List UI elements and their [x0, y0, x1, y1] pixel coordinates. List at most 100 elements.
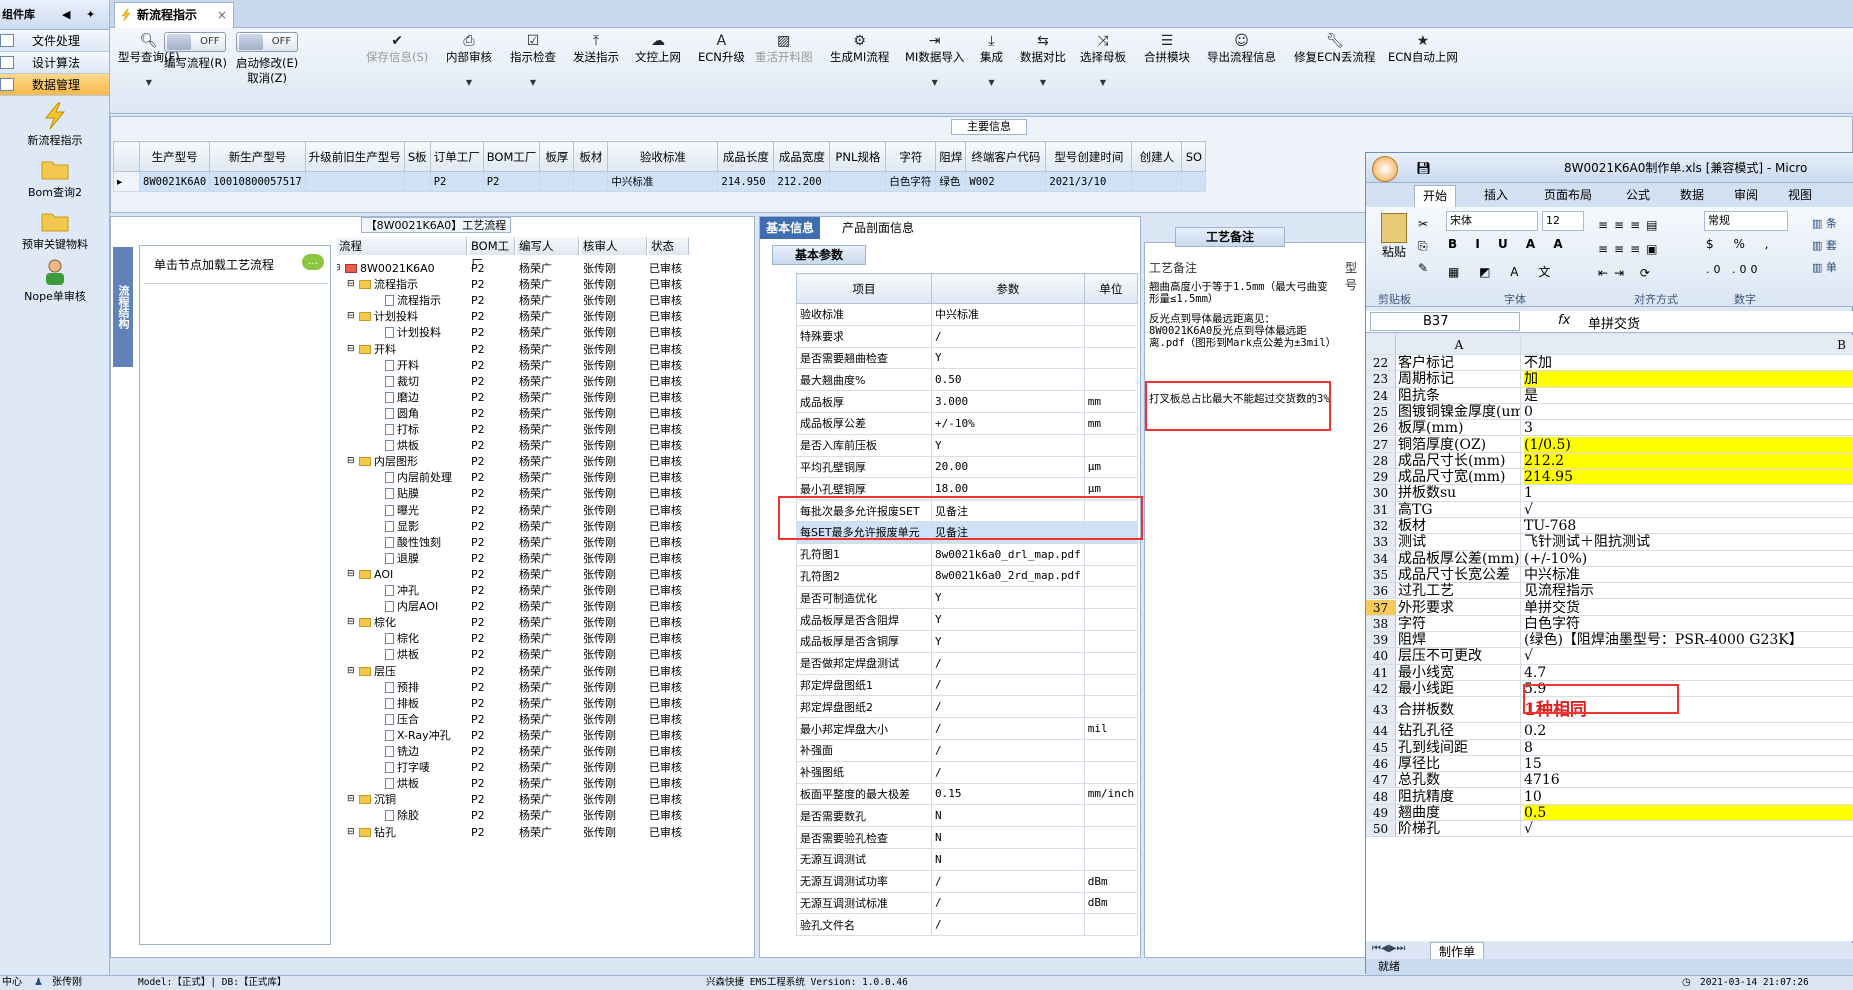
auto-modify-toggle[interactable]: OFF: [236, 32, 299, 52]
cell-a[interactable]: 高TG: [1398, 501, 1521, 517]
param-value[interactable]: N: [931, 847, 1085, 871]
column-header[interactable]: 状态: [649, 237, 689, 255]
sheet-row[interactable]: 41 最小线宽 4.7: [1366, 664, 1853, 681]
doc-control-online-button[interactable]: ☁ 文控上网: [635, 32, 681, 65]
cell-b[interactable]: 不加: [1524, 355, 1853, 370]
param-row[interactable]: 是否需要验孔检查 N: [796, 826, 1139, 849]
cell-a[interactable]: 总孔数: [1398, 772, 1521, 788]
cell-a[interactable]: 客户标记: [1398, 355, 1521, 371]
sheet-row[interactable]: 28 成品尺寸长(mm) 212.2: [1366, 452, 1853, 470]
redraw-cut-map-button[interactable]: ▨ 重活开料图: [755, 32, 813, 65]
param-value[interactable]: 0.50: [931, 368, 1085, 392]
internal-review-button[interactable]: ⎙ 内部审核 ▼: [446, 32, 492, 90]
row-number[interactable]: 23: [1366, 371, 1396, 387]
param-value[interactable]: 3.000: [931, 390, 1085, 413]
grid-cell[interactable]: W002: [965, 171, 1047, 192]
sheet-row[interactable]: 29 成品尺寸宽(mm) 214.95: [1366, 469, 1853, 486]
row-number[interactable]: 27: [1366, 436, 1396, 452]
sheet-row[interactable]: 31 高TG √: [1366, 501, 1853, 518]
merge-module-button[interactable]: ☰ 合拼模块: [1144, 32, 1190, 65]
row-number[interactable]: 38: [1366, 615, 1396, 632]
row-number[interactable]: 34: [1366, 550, 1396, 566]
nav-item-data-management[interactable]: 数据管理: [0, 74, 109, 96]
edit-flow-toggle[interactable]: OFF: [164, 32, 227, 52]
param-row[interactable]: 是否需要翘曲检查 Y: [796, 346, 1139, 370]
nav-item-design-algorithm[interactable]: 设计算法: [0, 52, 109, 74]
sheet-row[interactable]: 26 板厚(mm) 3: [1366, 420, 1853, 437]
cell-a[interactable]: 成品尺寸长宽公差: [1398, 566, 1521, 583]
column-header[interactable]: 验收标准: [607, 141, 719, 172]
sheet-row[interactable]: 45 孔到线间距 8: [1366, 739, 1853, 756]
sheet-row[interactable]: 49 翘曲度 0.5: [1366, 804, 1853, 822]
cell-b[interactable]: (1/0.5): [1524, 436, 1853, 452]
column-header[interactable]: 创建人: [1131, 141, 1183, 172]
param-value[interactable]: /: [931, 324, 1085, 348]
ribbon-tab-page-layout[interactable]: 页面布局: [1536, 185, 1600, 207]
row-number[interactable]: 24: [1366, 387, 1396, 403]
grid-cell[interactable]: P2: [482, 171, 541, 192]
cell-b[interactable]: 飞针测试＋阻抗测试: [1524, 534, 1853, 549]
param-row[interactable]: 验收标准 中兴标准: [796, 303, 1139, 326]
sheet-nav-icon[interactable]: ⏮◀▶⏭: [1372, 943, 1405, 954]
param-row[interactable]: 平均孔壁铜厚 20.00 μm: [796, 455, 1139, 479]
sheet-row[interactable]: 27 铜箔厚度(OZ) (1/0.5): [1366, 436, 1853, 453]
cell-a[interactable]: 成品板厚公差(mm): [1398, 550, 1521, 566]
column-header-a[interactable]: A: [1398, 335, 1521, 354]
ribbon-tab-view[interactable]: 视图: [1780, 185, 1820, 207]
param-row[interactable]: 补强面 /: [796, 738, 1139, 762]
row-number[interactable]: 39: [1366, 632, 1396, 648]
cell-a[interactable]: 阻抗条: [1398, 387, 1521, 403]
sheet-row[interactable]: 38 字符 白色字符: [1366, 615, 1853, 633]
cell-b[interactable]: √: [1524, 648, 1853, 663]
ribbon-tab-data[interactable]: 数据: [1672, 185, 1712, 207]
param-row[interactable]: 无源互调测试 N: [796, 847, 1139, 871]
column-header[interactable]: 终端客户代码: [965, 141, 1047, 172]
cell-a[interactable]: 铜箔厚度(OZ): [1398, 436, 1521, 452]
grid-cell[interactable]: 8W0021K6A0: [138, 171, 211, 192]
column-header-b[interactable]: B: [1524, 335, 1853, 354]
row-number[interactable]: 31: [1366, 501, 1396, 517]
param-row[interactable]: 邦定焊盘图纸1/: [796, 673, 1139, 697]
cell-b[interactable]: 8: [1524, 740, 1853, 755]
param-row[interactable]: 验孔文件名 /: [796, 913, 1139, 937]
param-row[interactable]: 成品板厚是否含阻焊 Y: [796, 608, 1139, 631]
cell-b[interactable]: 是: [1524, 388, 1853, 403]
column-header[interactable]: 板材: [573, 141, 609, 172]
tree-row[interactable]: ⊟ 钻孔 P2 杨荣广 张传刚 已审核: [337, 823, 753, 842]
row-number[interactable]: 43: [1366, 697, 1396, 723]
param-row[interactable]: 成品板厚是否含铜厚 Y: [796, 629, 1139, 653]
sheet-row[interactable]: 36 过孔工艺 见流程指示: [1366, 583, 1853, 600]
column-header[interactable]: S板: [403, 141, 431, 172]
grid-cell[interactable]: 绿色: [935, 171, 967, 192]
tool-new-flow-indication[interactable]: 新流程指示: [0, 102, 110, 148]
param-value[interactable]: Y: [931, 433, 1085, 457]
tab-new-flow-indication[interactable]: 新流程指示 ×: [114, 2, 234, 28]
row-number[interactable]: 30: [1366, 485, 1396, 501]
param-row[interactable]: 是否做邦定焊盘测试 /: [796, 651, 1139, 675]
sheet-row[interactable]: 30 拼板数su 1: [1366, 485, 1853, 502]
cell-b[interactable]: √: [1524, 502, 1853, 517]
param-value[interactable]: /: [931, 695, 1085, 719]
column-header[interactable]: SO: [1181, 141, 1207, 172]
sheet-row[interactable]: 48 阻抗精度 10: [1366, 788, 1853, 805]
send-indication-button[interactable]: ⤒ 发送指示: [573, 32, 619, 65]
cell-b[interactable]: 10: [1524, 789, 1853, 804]
function-icon[interactable]: fx: [1558, 313, 1570, 328]
param-value[interactable]: /: [931, 913, 1085, 937]
row-number[interactable]: 49: [1366, 804, 1396, 821]
generate-mi-flow-button[interactable]: ⚙ 生成MI流程: [830, 32, 889, 65]
sheet-row[interactable]: 46 厚径比 15: [1366, 755, 1853, 773]
param-value[interactable]: /: [931, 891, 1085, 915]
cell-a[interactable]: 阻抗精度: [1398, 788, 1521, 804]
row-number[interactable]: 26: [1366, 420, 1396, 436]
cell-b[interactable]: TU-768: [1524, 518, 1853, 533]
param-row[interactable]: 孔符图1 8w0021k6a0_drl_map.pdf: [796, 542, 1139, 566]
row-number[interactable]: 41: [1366, 664, 1396, 680]
param-value[interactable]: /: [931, 673, 1085, 697]
column-header[interactable]: 阻焊: [935, 141, 967, 172]
styles-buttons[interactable]: ▥ 条 ▥ 套 ▥ 单: [1812, 213, 1837, 279]
column-header[interactable]: 成品长度: [717, 141, 775, 172]
param-value[interactable]: /: [931, 738, 1085, 762]
sheet-row[interactable]: 24 阻抗条是: [1366, 387, 1853, 404]
column-header[interactable]: 编写人: [517, 237, 579, 255]
